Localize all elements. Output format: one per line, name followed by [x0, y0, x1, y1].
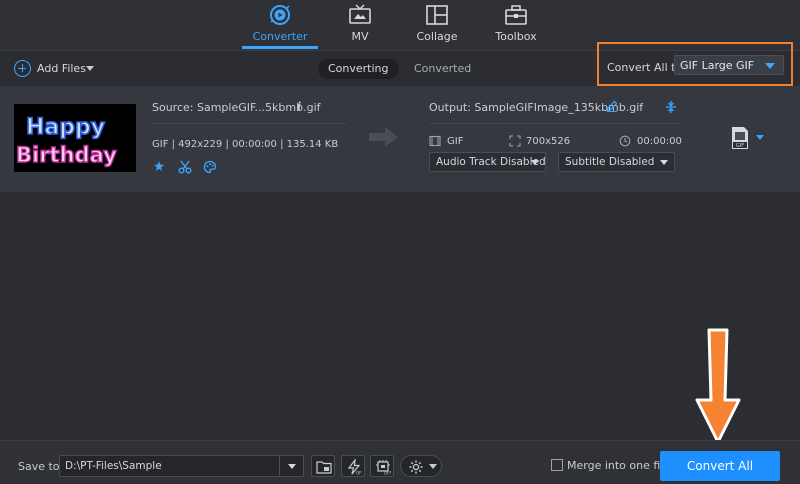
- chevron-down-icon: [660, 160, 668, 165]
- lightning-off-icon: OFF: [347, 459, 362, 476]
- subtitle-dropdown[interactable]: Subtitle Disabled: [558, 152, 675, 172]
- collage-icon: [426, 5, 448, 25]
- info-icon[interactable]: i: [297, 100, 301, 113]
- audio-track-value: Audio Track Disabled: [436, 156, 546, 168]
- chevron-down-icon: [765, 63, 775, 69]
- audio-track-dropdown[interactable]: Audio Track Disabled: [429, 152, 546, 172]
- add-icon: [14, 60, 31, 77]
- divider: [429, 123, 679, 124]
- tv-icon: [349, 4, 371, 24]
- resize-icon: [509, 135, 521, 147]
- file-item-row: Happy Birthday Source: SampleGIF...5kbmb…: [0, 86, 800, 192]
- output-format-gif-icon[interactable]: GIF: [730, 126, 750, 150]
- gif-icon-label: GIF: [736, 143, 744, 149]
- output-duration: 00:00:00: [637, 136, 682, 147]
- annotation-arrow: [695, 328, 741, 444]
- output-format: GIF: [447, 136, 464, 147]
- convert-arrow-icon: [369, 127, 398, 147]
- tab-converter[interactable]: Converter: [240, 0, 320, 50]
- convert-all-format-value: GIF Large GIF: [680, 59, 755, 72]
- tab-converter-label: Converter: [252, 30, 308, 43]
- converter-icon: [270, 5, 290, 25]
- tab-toolbox[interactable]: Toolbox: [476, 0, 556, 50]
- settings-button[interactable]: [400, 455, 442, 477]
- tab-converting[interactable]: Converting: [318, 59, 399, 79]
- convert-all-format-select[interactable]: GIF Large GIF: [674, 55, 784, 75]
- convert-all-to-group: Convert All to: GIF Large GIF: [597, 42, 793, 86]
- tab-mv-label: MV: [351, 30, 369, 43]
- convert-all-button[interactable]: Convert All: [660, 451, 780, 481]
- folder-icon: [316, 461, 332, 474]
- scissors-icon[interactable]: [178, 160, 192, 174]
- tab-mv[interactable]: MV: [320, 0, 400, 50]
- clock-icon: [619, 135, 631, 147]
- thumbnail-text-birthday: Birthday: [16, 143, 117, 167]
- thumbnail-image: Happy Birthday: [14, 104, 136, 172]
- add-files-label: Add Files: [37, 62, 86, 75]
- edit-icon[interactable]: [606, 100, 618, 112]
- thumbnail-text-happy: Happy: [26, 115, 105, 140]
- hardware-acceleration-button[interactable]: OFF: [341, 455, 365, 477]
- source-metadata: GIF | 492x229 | 00:00:00 | 135.14 KB: [152, 139, 339, 150]
- film-icon: [429, 135, 441, 147]
- tab-toolbox-label: Toolbox: [495, 30, 537, 43]
- cpu-off-icon: OFF: [376, 460, 391, 476]
- video-thumbnail[interactable]: Happy Birthday: [14, 104, 136, 172]
- merge-label[interactable]: Merge into one file: [567, 459, 670, 472]
- tab-collage-label: Collage: [416, 30, 458, 43]
- active-tab-indicator: [242, 46, 318, 49]
- save-path-input[interactable]: D:\PT-Files\Sample: [59, 455, 304, 477]
- chevron-down-icon: [531, 160, 539, 165]
- svg-text:OFF: OFF: [384, 471, 391, 476]
- subtitle-value: Subtitle Disabled: [565, 156, 655, 168]
- gpu-acceleration-button[interactable]: OFF: [370, 455, 394, 477]
- save-path-value: D:\PT-Files\Sample: [65, 460, 162, 472]
- merge-checkbox[interactable]: [551, 459, 563, 471]
- divider: [152, 123, 347, 124]
- save-to-label: Save to:: [18, 460, 64, 473]
- gear-icon: [409, 460, 423, 474]
- tab-collage[interactable]: Collage: [397, 0, 477, 50]
- magic-wand-icon[interactable]: [152, 160, 166, 174]
- compress-icon[interactable]: [664, 100, 678, 114]
- chevron-down-icon[interactable]: [288, 464, 296, 469]
- output-resolution: 700x526: [526, 136, 571, 147]
- chevron-down-icon: [429, 464, 437, 469]
- tab-converted[interactable]: Converted: [404, 59, 481, 79]
- source-filename: Source: SampleGIF...5kbmb.gif: [152, 101, 321, 114]
- svg-text:OFF: OFF: [356, 471, 362, 476]
- chevron-down-icon[interactable]: [86, 66, 94, 71]
- chevron-down-icon[interactable]: [756, 135, 764, 140]
- divider: [279, 456, 280, 476]
- palette-icon[interactable]: [203, 160, 217, 174]
- bottom-bar: Save to: D:\PT-Files\Sample OFF OFF: [0, 440, 800, 484]
- open-folder-button[interactable]: [311, 455, 335, 477]
- toolbox-icon: [505, 5, 527, 25]
